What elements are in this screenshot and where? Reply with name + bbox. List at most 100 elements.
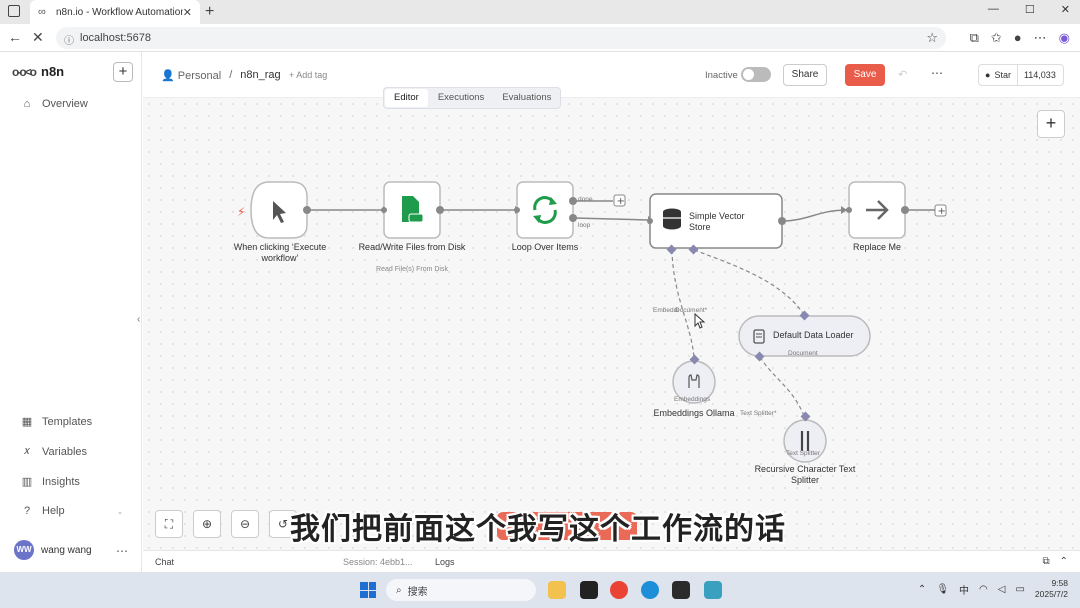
back-icon[interactable]: ← <box>8 29 22 45</box>
connection-loop-vector <box>573 217 649 221</box>
connection-document <box>693 249 806 317</box>
add-node-button[interactable]: + <box>1037 110 1065 138</box>
copilot-icon[interactable]: ◉ <box>1059 30 1070 46</box>
extensions-icon[interactable]: ⧉ <box>970 30 979 46</box>
active-toggle[interactable] <box>741 67 771 82</box>
node-loop-label: Loop Over Items <box>511 242 579 252</box>
popout-icon[interactable]: ⧉ <box>1042 556 1049 567</box>
browser-tab-bar: ∞ n8n.io - Workflow Automation ✕ + — ☐ ✕ <box>0 0 1080 24</box>
node-readwrite-subtitle: Read File(s) From Disk <box>376 266 448 273</box>
taskbar-search-label: 搜索 <box>407 586 428 598</box>
more-options-icon[interactable]: ⋯ <box>931 66 943 80</box>
bolt-icon: ⚡ <box>237 205 245 219</box>
sidebar-item-variables[interactable]: 𝑥 Variables <box>20 445 87 458</box>
sidebar-item-label: Overview <box>42 98 88 110</box>
variables-icon: 𝑥 <box>23 445 31 457</box>
node-loop: + <box>514 181 626 239</box>
minimize-icon[interactable]: — <box>988 3 999 16</box>
n8n-logo[interactable]: o-o<o n8n <box>12 64 64 79</box>
undo-icon[interactable]: ↶ <box>898 68 907 81</box>
microphone-icon[interactable]: 🎙 <box>936 584 949 595</box>
connection-vector-replace <box>781 209 848 222</box>
add-tag-button[interactable]: + Add tag <box>289 70 327 80</box>
fit-view-button[interactable]: ⛶ <box>155 510 183 538</box>
volume-icon[interactable]: ◁ <box>998 584 1006 595</box>
console-icon[interactable] <box>672 581 690 599</box>
video-subtitle: 我们把前面这个我写这个工作流的话 <box>290 512 786 547</box>
collapse-sidebar-icon[interactable]: ‹ <box>137 314 140 325</box>
port-embeddings-label: Embeddings <box>674 396 711 403</box>
windows-taskbar: ⌕ 搜索 ⌃ 🎙 中 ◠ ◁ ▭ 9:58 2025/7/2 <box>0 572 1080 608</box>
logs-tab[interactable]: Logs <box>435 557 455 567</box>
node-trigger-label: When clicking ‘Execute workflow’ <box>233 242 327 263</box>
clock-time: 9:58 <box>1051 578 1068 588</box>
close-window-icon[interactable]: ✕ <box>1061 3 1070 16</box>
view-tabs: Editor Executions Evaluations <box>383 87 562 109</box>
n8n-app: o-o<o n8n + ⌂ Overview ‹ ▦ Templates 𝑥 V… <box>0 52 1080 572</box>
connection-splitter <box>759 356 805 417</box>
bottom-panel-bar: Chat Session: 4ebb1... Logs ⧉ ⌃ <box>143 550 1080 572</box>
node-vector-label: Simple Vector Store <box>689 211 745 232</box>
maximize-icon[interactable]: ☐ <box>1025 3 1035 16</box>
terminal-app-icon[interactable] <box>580 581 598 599</box>
clock-date: 2025/7/2 <box>1034 589 1068 599</box>
zoom-out-button[interactable]: ⊖ <box>231 510 259 538</box>
port-loader-document-label: Document <box>788 350 818 357</box>
profile-icon[interactable]: ● <box>1014 30 1022 46</box>
zoom-in-button[interactable]: ⊕ <box>193 510 221 538</box>
tab-executions[interactable]: Executions <box>429 88 493 108</box>
node-readwrite <box>381 181 444 239</box>
help-icon: ? <box>23 505 31 517</box>
create-button[interactable]: + <box>113 62 133 82</box>
input-language[interactable]: 中 <box>959 582 969 597</box>
battery-icon[interactable]: ▭ <box>1015 584 1024 595</box>
tab-evaluations[interactable]: Evaluations <box>493 88 560 108</box>
share-button[interactable]: Share <box>783 64 827 86</box>
chat-tab[interactable]: Chat <box>155 557 174 567</box>
sidebar-item-insights[interactable]: ▥ Insights <box>20 475 80 489</box>
site-info-icon[interactable]: ⓘ <box>64 32 74 47</box>
user-name: wang wang <box>41 544 92 556</box>
breadcrumb: 👤 Personal / n8n_rag <box>161 69 281 82</box>
sidebar-item-overview[interactable]: ⌂ Overview <box>20 98 88 110</box>
browser-menu-icon[interactable]: ⋯ <box>1034 30 1047 46</box>
workflow-canvas[interactable]: ⚡ + + + When clicking ‘Execute workflow’… <box>143 98 1080 550</box>
bookmark-star-icon[interactable]: ☆ <box>926 30 938 46</box>
chevron-up-icon[interactable]: ⌃ <box>918 584 926 595</box>
workflow-header: 👤 Personal / n8n_rag + Add tag Inactive … <box>143 52 1080 98</box>
clock[interactable]: 9:58 2025/7/2 <box>1035 578 1068 600</box>
close-tab-icon[interactable]: ✕ <box>183 6 192 19</box>
browser-tab[interactable]: ∞ n8n.io - Workflow Automation ✕ <box>30 0 200 24</box>
expand-panel-icon[interactable]: ⌃ <box>1060 556 1068 567</box>
favorites-icon[interactable]: ✩ <box>991 30 1002 46</box>
workflow-name[interactable]: n8n_rag <box>240 69 280 82</box>
url-text: localhost:5678 <box>80 32 151 44</box>
user-profile[interactable]: WW wang wang <box>14 540 92 560</box>
port-loop-label: loop <box>578 222 591 229</box>
sidebar-item-help[interactable]: ? Help ⌄ <box>20 505 123 517</box>
brand-name: n8n <box>41 64 65 79</box>
wifi-icon[interactable]: ◠ <box>979 584 988 595</box>
port-done-label: done <box>578 196 593 203</box>
url-field[interactable]: ⓘ localhost:5678 ☆ <box>56 27 946 49</box>
windows-start-icon[interactable] <box>360 582 376 598</box>
notepad-icon[interactable] <box>704 581 722 599</box>
chrome-icon[interactable] <box>610 581 628 599</box>
new-tab-icon[interactable]: + <box>205 3 214 21</box>
github-star-button[interactable]: ● Star 114,033 <box>978 64 1064 86</box>
sidebar-item-label: Templates <box>42 415 93 428</box>
tab-editor[interactable]: Editor <box>385 89 428 107</box>
user-menu-icon[interactable]: ⋯ <box>116 544 128 558</box>
edge-icon[interactable] <box>641 581 659 599</box>
breadcrumb-project[interactable]: 👤 Personal <box>161 69 221 82</box>
sidebar-item-templates[interactable]: ▦ Templates <box>20 415 93 429</box>
node-embeddings-label: Embeddings Ollama <box>653 408 735 418</box>
taskbar-search[interactable]: ⌕ 搜索 <box>386 579 536 601</box>
search-icon: ⌕ <box>396 584 402 596</box>
file-explorer-icon[interactable] <box>548 581 566 599</box>
system-tray: ⌃ 🎙 中 ◠ ◁ ▭ 9:58 2025/7/2 <box>918 578 1068 600</box>
window-menu-icon[interactable] <box>8 5 20 17</box>
save-button[interactable]: Save <box>845 64 885 86</box>
svg-text:+: + <box>938 206 946 217</box>
stop-loading-icon[interactable]: ✕ <box>32 29 44 46</box>
